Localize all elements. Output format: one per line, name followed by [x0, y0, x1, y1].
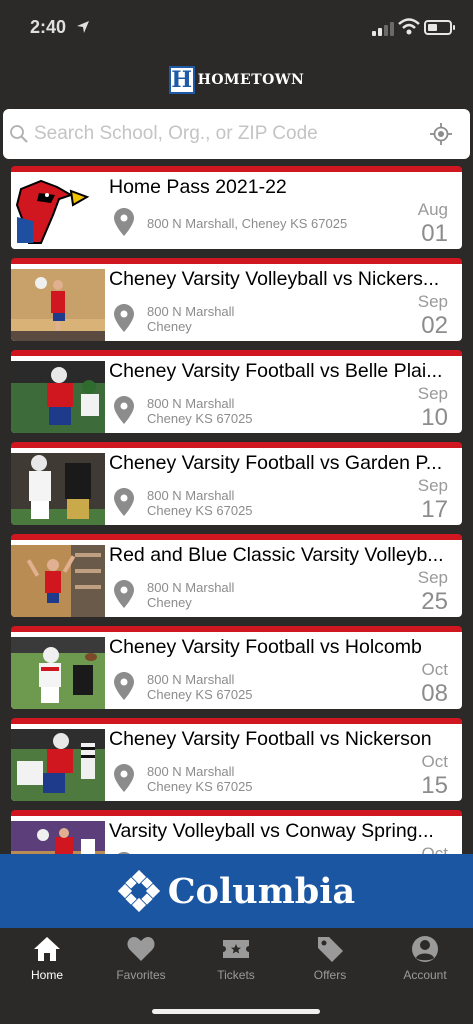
event-thumbnail — [11, 361, 105, 433]
event-day: 02 — [421, 312, 448, 339]
event-card[interactable]: Varsity Volleyball vs Conway Spring...80… — [11, 810, 462, 854]
location-pin-icon — [114, 580, 134, 608]
locate-icon[interactable] — [430, 123, 452, 145]
tab-account[interactable]: Account — [378, 934, 472, 994]
event-month: Oct — [421, 752, 448, 771]
signal-icon — [372, 22, 394, 36]
event-thumbnail — [11, 177, 105, 249]
event-title: Home Pass 2021-22 — [109, 176, 287, 198]
event-address-line2: Cheney — [147, 595, 192, 610]
tab-home[interactable]: Home — [0, 934, 94, 994]
location-pin-icon — [114, 304, 134, 332]
event-card[interactable]: Cheney Varsity Football vs Garden P... 80… — [11, 442, 462, 525]
tab-offers[interactable]: Offers — [283, 934, 377, 994]
logo-text: HOMETOWN — [197, 72, 305, 88]
location-pin-icon — [114, 672, 134, 700]
heart-icon — [127, 937, 155, 961]
location-arrow-icon — [77, 21, 89, 33]
event-address-line1: 800 N Marshall — [147, 672, 235, 687]
event-day: 15 — [421, 772, 448, 799]
event-thumbnail — [11, 269, 105, 341]
event-day: 25 — [421, 588, 448, 615]
home-icon — [34, 937, 60, 961]
event-address-line2: Cheney KS 67025 — [147, 687, 253, 702]
event-day: 17 — [421, 496, 448, 523]
event-day: 01 — [421, 220, 448, 247]
location-pin-icon — [114, 396, 134, 424]
status-bar: 2:40 — [0, 0, 473, 56]
event-title: Cheney Varsity Football vs Holcomb — [109, 636, 422, 658]
event-title: Cheney Varsity Football vs Garden P... — [109, 452, 443, 474]
event-month: Aug — [417, 200, 448, 219]
tab-bar: Home Favorites Tickets Offers Account — [0, 928, 473, 1024]
search-input[interactable] — [34, 123, 429, 145]
event-month: Sep — [417, 476, 448, 495]
account-icon — [412, 936, 438, 962]
event-address-line1: 800 N Marshall — [147, 304, 235, 319]
location-pin-icon — [114, 488, 134, 516]
tab-label: Home — [30, 968, 63, 982]
ad-text: Columbia — [167, 870, 356, 912]
app-logo: H HOMETOWN — [0, 62, 473, 98]
event-thumbnail — [11, 545, 105, 617]
ticket-icon — [223, 940, 249, 958]
event-address-line1: 800 N Marshall — [147, 580, 235, 595]
tab-label: Account — [403, 968, 447, 982]
columbia-logo-icon — [117, 870, 160, 912]
logo-mark: H — [168, 66, 195, 94]
event-card[interactable]: Cheney Varsity Volleyball vs Nickers... 8… — [11, 258, 462, 341]
event-title: Cheney Varsity Football vs Belle Plai... — [109, 360, 443, 382]
event-address-line2: Cheney KS 67025 — [147, 779, 253, 794]
event-address-line2: Cheney KS 67025 — [147, 411, 253, 426]
battery-icon — [424, 20, 455, 35]
tab-label: Offers — [313, 968, 347, 982]
tab-label: Tickets — [217, 968, 255, 982]
event-day: 10 — [421, 404, 448, 431]
event-card[interactable]: Home Pass 2021-22 800 N Marshall, Cheney … — [11, 166, 462, 249]
event-title: Cheney Varsity Football vs Nickerson — [109, 728, 432, 750]
event-address-line1: 800 N Marshall — [147, 396, 235, 411]
event-card[interactable]: Red and Blue Classic Varsity Volleyb... 8… — [11, 534, 462, 617]
event-thumbnail — [11, 729, 105, 801]
event-day: 08 — [421, 680, 448, 707]
event-thumbnail — [11, 637, 105, 709]
event-address-line2: Cheney KS 67025 — [147, 503, 253, 518]
event-thumbnail — [11, 453, 105, 525]
event-address-line1: 800 N Marshall — [147, 488, 235, 503]
event-address-line1: 800 N Marshall, Cheney KS 67025 — [147, 216, 348, 231]
tag-icon — [318, 937, 343, 962]
event-card[interactable]: Cheney Varsity Football vs Belle Plai...… — [11, 350, 462, 433]
event-month: Sep — [417, 384, 448, 403]
event-address-line2: Cheney — [147, 319, 192, 334]
tab-label: Favorites — [116, 968, 166, 982]
ad-banner[interactable]: Columbia — [0, 854, 473, 928]
event-month: Oct — [421, 844, 448, 854]
location-pin-icon — [114, 208, 134, 236]
event-title: Red and Blue Classic Varsity Volleyb... — [109, 544, 444, 566]
search-bar[interactable] — [3, 109, 470, 159]
event-title: Cheney Varsity Volleyball vs Nickers... — [109, 268, 440, 290]
event-card[interactable]: Cheney Varsity Football vs Holcomb 800 N … — [11, 626, 462, 709]
status-time: 2:40 — [30, 17, 67, 37]
event-list[interactable]: Home Pass 2021-22 800 N Marshall, Cheney … — [0, 166, 473, 854]
event-address-line1: 800 N Marshall — [147, 764, 235, 779]
event-thumbnail — [11, 821, 105, 854]
event-month: Sep — [417, 568, 448, 587]
event-month: Sep — [417, 292, 448, 311]
wifi-icon — [398, 18, 420, 35]
event-title: Varsity Volleyball vs Conway Spring... — [109, 820, 434, 842]
tab-tickets[interactable]: Tickets — [189, 934, 283, 994]
location-pin-icon — [114, 764, 134, 792]
home-indicator — [152, 1009, 320, 1014]
event-card[interactable]: Cheney Varsity Football vs Nickerson 800 … — [11, 718, 462, 801]
search-icon — [10, 125, 28, 143]
tab-favorites[interactable]: Favorites — [94, 934, 188, 994]
event-month: Oct — [421, 660, 448, 679]
